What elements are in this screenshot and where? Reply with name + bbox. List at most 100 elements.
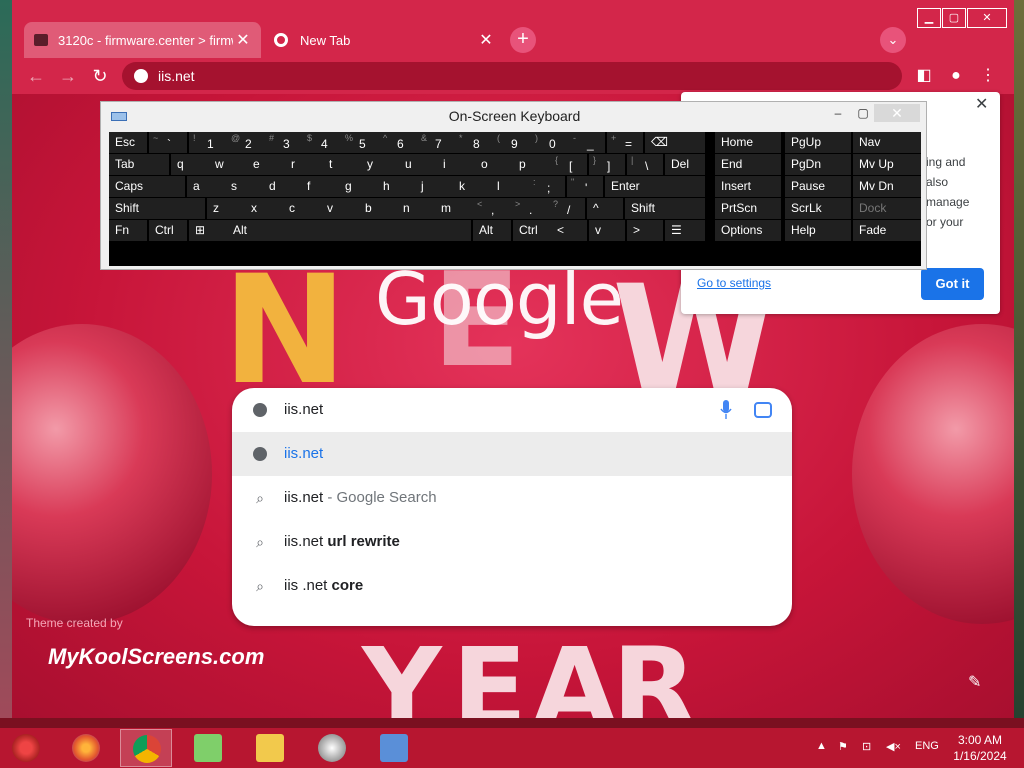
chrome-button[interactable] [120,729,172,767]
key[interactable]: u [399,154,437,175]
key[interactable]: > [627,220,663,241]
key[interactable]: l [491,176,529,197]
key[interactable]: h [377,176,415,197]
key[interactable]: c [283,198,321,219]
microphone-icon[interactable] [720,400,732,420]
nav-key[interactable]: PgUp [785,132,851,153]
network-icon[interactable]: ⊡ [862,740,871,753]
volume-muted-icon[interactable]: ◀× [886,740,901,753]
key[interactable]: ) 0 [531,132,569,153]
close-tab-icon[interactable]: ✕ [476,30,496,50]
language-indicator[interactable]: ENG [915,740,939,752]
key[interactable]: ^ [587,198,623,219]
key[interactable]: d [263,176,301,197]
nav-key[interactable]: Mv Dn [853,176,921,197]
key[interactable]: }] [589,154,625,175]
suggestion-row[interactable]: iis.net [232,432,792,476]
maximize-button[interactable]: ▢ [851,106,875,122]
key[interactable]: w [209,154,247,175]
key[interactable]: * 8 [455,132,493,153]
back-button[interactable]: ← [24,64,48,88]
key[interactable]: Tab [109,154,169,175]
restore-button[interactable]: ▢ [942,8,966,28]
key[interactable]: Del [665,154,705,175]
close-button[interactable]: ✕ [874,104,920,122]
key[interactable]: g [339,176,377,197]
profile-avatar-icon[interactable]: ● [944,64,968,88]
key[interactable]: q [171,154,209,175]
key[interactable]: {[ [551,154,587,175]
key[interactable]: j [415,176,453,197]
lens-camera-icon[interactable] [754,402,772,418]
key[interactable]: + = [607,132,643,153]
key[interactable]: y [361,154,399,175]
nav-key[interactable]: Nav [853,132,921,153]
nav-key[interactable]: Help [785,220,851,241]
key[interactable]: ⊞ [189,220,227,241]
tab-new-tab[interactable]: New Tab ✕ [264,22,504,58]
minimize-button[interactable]: ▁ [917,8,941,28]
key[interactable]: f [301,176,339,197]
key[interactable]: z [207,198,245,219]
key[interactable]: % 5 [341,132,379,153]
close-icon[interactable]: ✕ [975,94,988,114]
key[interactable]: n [397,198,435,219]
key[interactable]: | \ [627,154,663,175]
battery-app-button[interactable] [182,729,234,767]
key[interactable]: v [321,198,359,219]
suggestion-row[interactable]: ⌕ iis .net core [232,564,792,608]
nav-key[interactable]: PgDn [785,154,851,175]
file-explorer-button[interactable] [244,729,296,767]
nav-key[interactable]: Mv Up [853,154,921,175]
key[interactable]: t [323,154,361,175]
key[interactable]: Ctrl [513,220,551,241]
nav-key[interactable]: Insert [715,176,781,197]
key[interactable]: e [247,154,285,175]
forward-button[interactable]: → [56,64,80,88]
key[interactable]: ? / [549,198,585,219]
key[interactable]: ! 1 [189,132,227,153]
key[interactable]: k [453,176,491,197]
key[interactable]: & 7 [417,132,455,153]
remote-desktop-button[interactable] [368,729,420,767]
key[interactable]: i [437,154,475,175]
key[interactable]: Ctrl [149,220,187,241]
nav-key[interactable]: Dock [853,198,921,219]
key[interactable]: Esc [109,132,147,153]
key[interactable]: $4 [303,132,341,153]
key[interactable] [265,220,471,241]
go-to-settings-link[interactable]: Go to settings [697,276,771,290]
nav-key[interactable]: PrtScn [715,198,781,219]
key[interactable]: r [285,154,323,175]
flash-button[interactable] [306,729,358,767]
key[interactable]: b [359,198,397,219]
nav-key[interactable]: Pause [785,176,851,197]
clock[interactable]: 3:00 AM 1/16/2024 [944,732,1016,764]
key[interactable]: Caps [109,176,185,197]
key[interactable]: >. [511,198,549,219]
suggestion-row[interactable]: ⌕ iis.net - Google Search [232,476,792,520]
address-bar[interactable]: iis.net [122,62,902,90]
customize-pencil-icon[interactable]: ✎ [968,672,981,692]
nav-key[interactable]: Home [715,132,781,153]
start-orb-button[interactable] [0,729,52,767]
key[interactable]: s [225,176,263,197]
key[interactable]: ~ ` [149,132,187,153]
key[interactable]: Fn [109,220,147,241]
key[interactable]: v [589,220,625,241]
nav-key[interactable]: End [715,154,781,175]
key[interactable]: ^ 6 [379,132,417,153]
key[interactable]: o [475,154,513,175]
tab-search-button[interactable]: ⌄ [880,27,906,53]
nav-key[interactable]: ScrLk [785,198,851,219]
key[interactable]: p [513,154,551,175]
key[interactable]: < [551,220,587,241]
flag-icon[interactable]: ⚑ [838,740,848,753]
reload-button[interactable]: ↻ [88,64,112,88]
key[interactable]: #3 [265,132,303,153]
firefox-button[interactable] [60,729,112,767]
key[interactable]: Enter [605,176,705,197]
key[interactable]: Alt [473,220,511,241]
got-it-button[interactable]: Got it [921,268,984,300]
close-tab-icon[interactable]: ✕ [233,30,253,50]
